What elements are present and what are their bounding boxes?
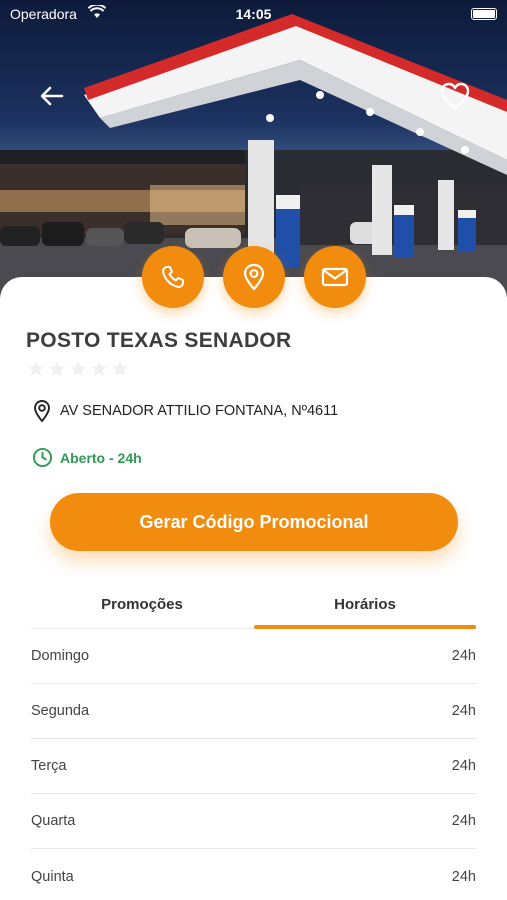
map-button[interactable] xyxy=(223,246,285,308)
status-bar: Operadora 14:05 xyxy=(0,0,507,28)
day-label: Quinta xyxy=(31,868,74,885)
day-label: Quarta xyxy=(31,813,76,829)
open-status-row: Aberto - 24h xyxy=(32,447,142,468)
open-status-text: Aberto - 24h xyxy=(60,449,142,466)
email-button[interactable] xyxy=(304,246,366,308)
back-button[interactable] xyxy=(36,82,68,110)
list-item: Segunda 24h xyxy=(31,684,476,739)
station-name: POSTO TEXAS SENADOR xyxy=(26,329,292,352)
mail-icon xyxy=(321,267,349,287)
day-label: Segunda xyxy=(31,703,90,719)
hours-value: 24h xyxy=(451,703,476,719)
back-arrow-icon xyxy=(40,86,64,106)
tab-horarios[interactable]: Horários xyxy=(254,584,476,629)
list-item: Domingo 24h xyxy=(31,629,476,684)
list-item: Quinta 24h xyxy=(31,849,476,900)
favorite-button[interactable] xyxy=(438,80,472,112)
address-text: AV SENADOR ATTILIO FONTANA, Nº4611 xyxy=(60,403,339,419)
hours-value: 24h xyxy=(451,868,476,885)
tab-promocoes[interactable]: Promoções xyxy=(31,584,253,629)
rating-stars xyxy=(27,360,129,378)
star-icon xyxy=(28,361,44,376)
day-label: Terça xyxy=(31,758,67,774)
generate-promo-code-button[interactable]: Gerar Código Promocional xyxy=(50,493,458,551)
list-item: Quarta 24h xyxy=(31,794,476,849)
clock-icon xyxy=(32,447,53,468)
star-icon xyxy=(70,361,86,376)
status-time: 14:05 xyxy=(235,6,272,22)
star-icon xyxy=(91,361,107,376)
hours-value: 24h xyxy=(451,758,476,774)
hours-value: 24h xyxy=(451,648,476,664)
opening-hours-list: Domingo 24h Segunda 24h Terça 24h Quarta… xyxy=(31,629,476,900)
hours-value: 24h xyxy=(451,813,476,829)
battery-icon xyxy=(471,8,497,20)
star-icon xyxy=(112,361,128,376)
location-pin-icon xyxy=(34,400,50,422)
list-item: Terça 24h xyxy=(31,739,476,794)
location-pin-icon xyxy=(243,263,265,291)
heart-icon xyxy=(440,82,470,110)
call-button[interactable] xyxy=(142,246,204,308)
phone-icon xyxy=(162,266,184,288)
day-label: Domingo xyxy=(31,648,90,664)
star-icon xyxy=(49,361,65,376)
tab-bar: Promoções Horários xyxy=(31,584,476,629)
address-row[interactable]: AV SENADOR ATTILIO FONTANA, Nº4611 xyxy=(32,399,338,423)
